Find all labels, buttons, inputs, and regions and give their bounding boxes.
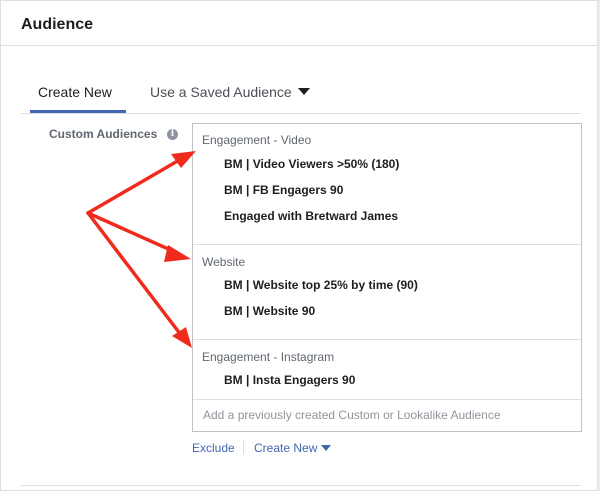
arrowhead-icon — [164, 245, 191, 262]
arrow-line-video — [86, 157, 183, 215]
annotation-arrows — [86, 151, 196, 348]
arrowhead-icon — [171, 151, 196, 168]
arrow-line-instagram — [86, 211, 183, 337]
arrowhead-icon — [172, 327, 192, 348]
